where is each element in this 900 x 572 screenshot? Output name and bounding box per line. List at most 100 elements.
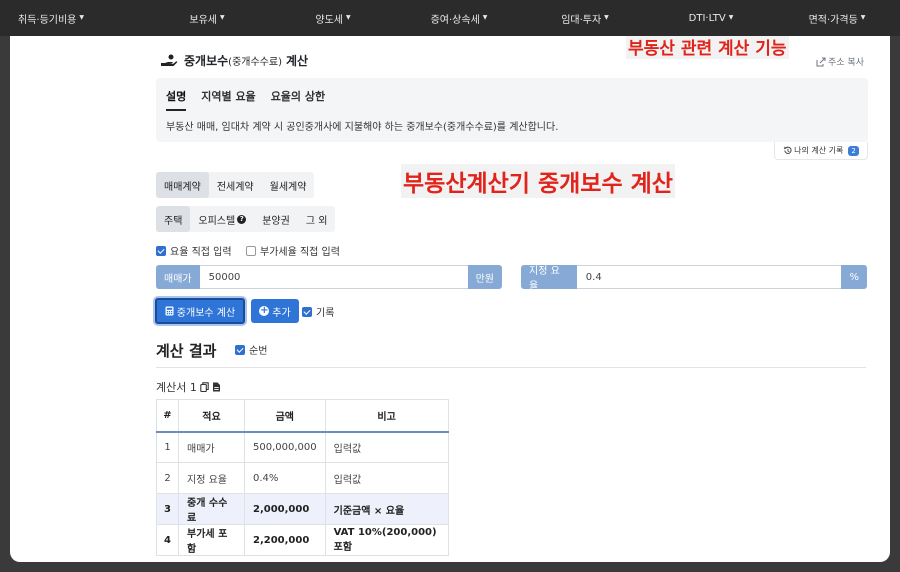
row-note: 입력값 [324, 462, 449, 494]
history-button[interactable]: 나의 계산 기록 2 [774, 142, 868, 160]
direct-vat-option[interactable]: 부가세율 직접 입력 [246, 243, 340, 258]
tab-regional-rates[interactable]: 지역별 요율 [201, 88, 255, 111]
order-checkbox[interactable] [235, 344, 245, 355]
rate-prefix: 지정 요율 [521, 265, 577, 292]
caret-down-icon: ▼ [604, 13, 609, 21]
table-row: 4 부가세 포함 2,200,000 VAT 10%(200,000) 포함 [156, 524, 449, 556]
row-amount: 500,000,000 [244, 431, 326, 463]
row-item: 중개 수수료 [178, 493, 245, 525]
row-index: 3 [156, 493, 179, 525]
property-type-other[interactable]: 그 외 [298, 206, 336, 232]
statement-title-label: 계산서 1 [156, 381, 197, 394]
title-main: 중개보수 [184, 54, 229, 68]
nav-item-gift-tax[interactable]: 증여·상속세 ▼ [396, 0, 522, 36]
price-prefix: 매매가 [156, 265, 200, 289]
tab-rate-limits[interactable]: 요율의 상한 [271, 88, 325, 111]
column-header-note: 비고 [324, 399, 449, 433]
result-title: 계산 결과 [156, 342, 217, 360]
top-nav: 취득·등기비용 ▼ 보유세 ▼ 양도세 ▼ 증여·상속세 ▼ 임대·투자 ▼ DTI·LT… [0, 0, 900, 36]
record-label: 기록 [316, 308, 335, 319]
help-icon[interactable]: ? [237, 214, 247, 224]
rate-input-group: 지정 요율 0.4 % [521, 265, 867, 292]
property-type-group: 주택 오피스텔 ? 분양권 그 외 [156, 206, 336, 232]
calculate-label: 중개보수 계산 [176, 307, 236, 319]
record-option[interactable]: 기록 [302, 304, 334, 319]
direct-vat-label: 부가세율 직접 입력 [260, 247, 340, 258]
plus-circle-icon: + [259, 305, 270, 316]
nav-item-label: 임대·투자 [561, 14, 602, 26]
history-label: 나의 계산 기록 [794, 146, 844, 155]
history-icon [783, 146, 792, 154]
column-header-item: 적요 [178, 399, 245, 433]
row-amount: 0.4% [244, 462, 326, 494]
nav-item-label: 증여·상속세 [430, 14, 480, 26]
row-index: 2 [156, 462, 179, 494]
contract-type-group: 매매계약 전세계약 월세계약 [156, 172, 315, 198]
contract-type-jeonse[interactable]: 전세계약 [209, 172, 262, 198]
property-type-presale[interactable]: 분양권 [254, 206, 298, 232]
direct-vat-checkbox[interactable] [246, 245, 256, 256]
property-type-officetel[interactable]: 오피스텔 ? [190, 206, 254, 232]
row-note: 입력값 [324, 431, 449, 463]
row-amount: 2,200,000 [244, 524, 326, 556]
rate-unit: % [841, 265, 867, 289]
history-count-badge: 2 [848, 145, 859, 156]
contract-type-monthly[interactable]: 월세계약 [262, 172, 315, 198]
direct-rate-checkbox[interactable] [156, 245, 166, 256]
copy-icon[interactable] [200, 382, 209, 392]
page-title: 중개보수 (중개수수료) 계산 [160, 52, 308, 69]
copy-address-link[interactable]: 주소 복사 [816, 55, 864, 68]
copy-address-label: 주소 복사 [828, 58, 864, 68]
row-index: 4 [156, 524, 179, 556]
calculator-icon [165, 306, 174, 316]
share-icon [816, 57, 826, 66]
caret-down-icon: ▼ [860, 13, 866, 21]
row-item: 매매가 [178, 431, 245, 463]
overlay-caption-top: 부동산 관련 계산 기능 [626, 36, 789, 59]
table-header-row: # 적요 금액 비고 [156, 399, 449, 433]
nav-item-rental-investment[interactable]: 임대·투자 ▼ [522, 0, 648, 36]
caret-down-icon: ▼ [345, 13, 351, 21]
tab-description[interactable]: 설명 [166, 88, 187, 111]
rate-input[interactable]: 0.4 [576, 265, 842, 289]
record-checkbox[interactable] [302, 306, 312, 317]
order-option[interactable]: 순번 [235, 342, 267, 357]
table-row: 3 중개 수수료 2,000,000 기준금액 × 요율 [156, 493, 449, 525]
row-note: VAT 10%(200,000) 포함 [324, 524, 449, 556]
price-unit: 만원 [467, 265, 502, 289]
row-item: 지정 요율 [178, 462, 245, 494]
divider [156, 367, 866, 368]
nav-item-area-price[interactable]: 면적·가격등 ▼ [774, 0, 900, 36]
column-header-amount: 금액 [244, 399, 326, 433]
calculate-button[interactable]: 중개보수 계산 [155, 298, 245, 324]
nav-item-label: DTI·LTV [688, 12, 726, 24]
caret-down-icon: ▼ [79, 13, 85, 21]
price-input-group: 매매가 50000 만원 [156, 265, 502, 289]
nav-item-transfer-tax[interactable]: 양도세 ▼ [270, 0, 396, 36]
overlay-caption-middle: 부동산계산기 중개보수 계산 [401, 164, 675, 198]
file-icon[interactable] [212, 382, 221, 392]
info-box: 설명 지역별 요율 요율의 상한 부동산 매매, 임대차 계약 시 공인중개사에… [156, 78, 868, 142]
property-type-house[interactable]: 주택 [156, 206, 191, 232]
price-input[interactable]: 50000 [199, 265, 468, 289]
hand-coin-icon [161, 54, 178, 66]
info-tabs: 설명 지역별 요율 요율의 상한 [166, 88, 340, 111]
add-button[interactable]: + 추가 [251, 299, 299, 323]
direct-rate-label: 요율 직접 입력 [170, 247, 232, 258]
nav-item-dti-ltv[interactable]: DTI·LTV ▼ [648, 0, 774, 36]
column-header-index: # [156, 399, 179, 433]
direct-rate-option[interactable]: 요율 직접 입력 [156, 243, 232, 258]
nav-item-acquisition[interactable]: 취득·등기비용 ▼ [0, 0, 144, 36]
contract-type-sale[interactable]: 매매계약 [156, 172, 209, 198]
row-item: 부가세 포함 [178, 524, 245, 556]
nav-item-holding-tax[interactable]: 보유세 ▼ [144, 0, 270, 36]
main-panel: 중개보수 (중개수수료) 계산 부동산 관련 계산 기능 주소 복사 설명 지역… [10, 36, 890, 562]
nav-item-label: 보유세 [189, 14, 217, 26]
row-amount: 2,000,000 [244, 493, 326, 525]
caret-down-icon: ▼ [728, 13, 734, 21]
row-note: 기준금액 × 요율 [324, 493, 449, 525]
statement-title: 계산서 1 [156, 379, 221, 395]
nav-item-label: 면적·가격등 [808, 14, 858, 26]
property-type-officetel-label: 오피스텔 [198, 215, 236, 227]
description-text: 부동산 매매, 임대차 계약 시 공인중개사에 지불해야 하는 중개보수(중개수… [166, 122, 559, 133]
